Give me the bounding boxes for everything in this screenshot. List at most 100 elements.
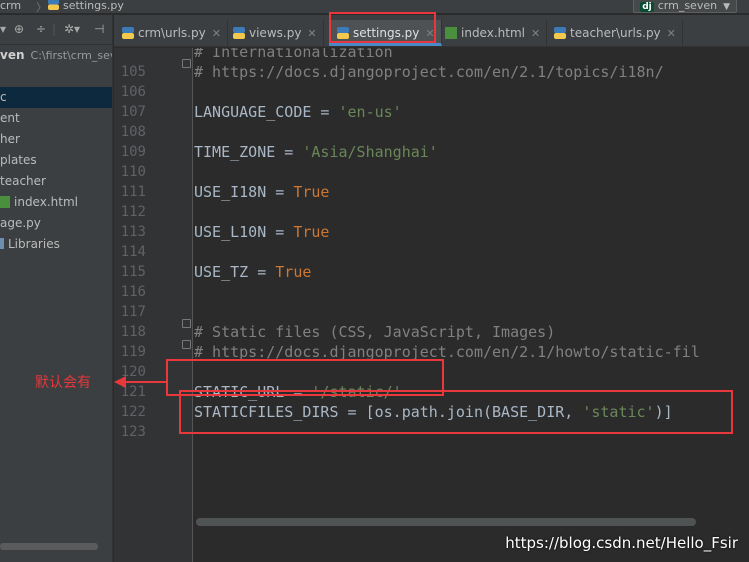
code-line[interactable]: 122 STATICFILES_DIRS = [os.path.join(BASE…	[114, 402, 749, 422]
line-number: 119	[120, 344, 146, 360]
code-token: )]	[654, 403, 673, 421]
code-line[interactable]: 109 TIME_ZONE = 'Asia/Shanghai'	[114, 142, 749, 162]
code-line[interactable]: 117	[114, 302, 749, 322]
tab-views[interactable]: views.py ✕	[225, 20, 324, 46]
line-number: 108	[120, 124, 146, 140]
project-selector-label: crm_seven	[657, 0, 718, 12]
code-token: =	[275, 143, 303, 161]
close-icon[interactable]: ✕	[531, 27, 540, 40]
code-token: # Internationalization	[194, 48, 393, 61]
line-number: 109	[120, 144, 146, 160]
code-line[interactable]: 118 # Static files (CSS, JavaScript, Imag…	[114, 322, 749, 342]
fold-marker-icon[interactable]	[182, 319, 191, 328]
code-line[interactable]: 115 USE_TZ = True	[114, 262, 749, 282]
line-number: 117	[120, 304, 146, 320]
breadcrumb-separator: 〉	[36, 1, 47, 14]
tab-label: index.html	[461, 26, 525, 40]
line-number: 113	[120, 224, 146, 240]
code-line[interactable]: 105 # https://docs.djangoproject.com/en/2…	[114, 62, 749, 82]
tab-crm-urls[interactable]: crm\urls.py ✕	[114, 20, 228, 46]
close-icon[interactable]: ✕	[667, 27, 676, 40]
code-text: # Static files (CSS, JavaScript, Images)	[194, 322, 555, 342]
code-line[interactable]: 123	[114, 422, 749, 442]
tab-settings[interactable]: settings.py ✕	[329, 20, 442, 46]
python-file-icon	[48, 0, 59, 10]
code-line[interactable]: 106	[114, 82, 749, 102]
code-text: STATIC_URL = '/static/'	[194, 382, 402, 402]
close-icon[interactable]: ✕	[307, 27, 316, 40]
fold-marker-icon[interactable]	[182, 59, 191, 68]
tab-teacher-urls[interactable]: teacher\urls.py ✕	[546, 20, 683, 46]
code-text: # https://docs.djangoproject.com/en/2.1/…	[194, 62, 664, 82]
tree-item-label: teacher	[0, 174, 46, 188]
code-line[interactable]: 108	[114, 122, 749, 142]
project-panel-scrollbar[interactable]	[0, 543, 98, 550]
code-token: 'static'	[582, 403, 655, 421]
code-line[interactable]: 107 LANGUAGE_CODE = 'en-us'	[114, 102, 749, 122]
editor-horizontal-scrollbar[interactable]	[196, 518, 696, 526]
tree-item[interactable]: her	[0, 129, 112, 150]
close-icon[interactable]: ✕	[425, 27, 434, 40]
tree-item-label: her	[0, 132, 20, 146]
code-token: =	[311, 103, 339, 121]
tree-root[interactable]: ven C:\first\crm_seve	[0, 45, 112, 66]
collapse-panel-icon[interactable]: ▾	[0, 22, 6, 36]
tree-item-external-libraries[interactable]: Libraries	[0, 234, 112, 255]
tree-root-path: C:\first\crm_seve	[30, 49, 112, 62]
code-token: True	[293, 183, 330, 201]
django-icon: dj	[640, 2, 654, 12]
tab-index-html[interactable]: index.html ✕	[437, 20, 548, 46]
code-token: LANGUAGE_CODE	[194, 103, 312, 121]
code-line[interactable]: # Internationalization	[114, 48, 749, 62]
code-token: # https://docs.djangoproject.com/en/2.1/…	[194, 63, 664, 81]
editor-tab-bar: crm\urls.py ✕ views.py ✕ settings.py ✕ inde…	[114, 15, 749, 47]
code-token: 'Asia/Shanghai'	[302, 143, 438, 161]
code-text: STATICFILES_DIRS = [os.path.join(BASE_DI…	[194, 402, 673, 422]
code-line[interactable]: 112	[114, 202, 749, 222]
close-icon[interactable]: ✕	[212, 27, 221, 40]
locate-file-icon[interactable]: ⊕	[14, 22, 24, 36]
tree-item[interactable]: age.py	[0, 213, 112, 234]
code-line[interactable]: 121 STATIC_URL = '/static/'	[114, 382, 749, 402]
line-number: 111	[120, 184, 146, 200]
toolbar-divider: |	[52, 22, 57, 36]
breadcrumb-file[interactable]: settings.py	[48, 0, 124, 12]
python-file-icon	[122, 27, 134, 39]
gear-icon[interactable]: ✲▾	[64, 22, 80, 36]
code-line[interactable]: 120	[114, 362, 749, 382]
html-file-icon	[0, 196, 10, 208]
line-number: 112	[120, 204, 146, 220]
tree-item-index-html[interactable]: index.html	[0, 192, 112, 213]
tree-item[interactable]: plates	[0, 150, 112, 171]
breadcrumb-file-label: settings.py	[63, 0, 124, 12]
code-token: 'en-us'	[338, 103, 402, 121]
code-line[interactable]: 110	[114, 162, 749, 182]
collapse-all-icon[interactable]: ÷	[36, 22, 46, 36]
code-line[interactable]: 111 USE_I18N = True	[114, 182, 749, 202]
code-token: STATIC_URL	[194, 383, 285, 401]
tree-item[interactable]: c	[0, 87, 112, 108]
code-line[interactable]: 113 USE_L10N = True	[114, 222, 749, 242]
code-token: # Static files (CSS, JavaScript, Images)	[194, 323, 556, 341]
code-line[interactable]: 114	[114, 242, 749, 262]
code-line[interactable]: 119 # https://docs.djangoproject.com/en/2…	[114, 342, 749, 362]
code-token: True	[275, 263, 312, 281]
tree-item-label: ent	[0, 111, 20, 125]
tree-item[interactable]: ent	[0, 108, 112, 129]
code-text: USE_I18N = True	[194, 182, 329, 202]
code-token: USE_I18N	[194, 183, 267, 201]
code-token: USE_L10N	[194, 223, 267, 241]
line-number: 106	[120, 84, 146, 100]
code-token: STATICFILES_DIRS	[194, 403, 339, 421]
project-selector[interactable]: dj crm_seven ▼	[633, 0, 737, 13]
breadcrumb-project[interactable]: crm	[0, 0, 21, 12]
watermark: https://blog.csdn.net/Hello_Fsir	[505, 534, 738, 552]
code-line[interactable]: 116	[114, 282, 749, 302]
code-token: =	[266, 223, 294, 241]
code-token: =	[284, 383, 312, 401]
fold-marker-icon[interactable]	[182, 340, 191, 349]
tree-item[interactable]: teacher	[0, 171, 112, 192]
line-number: 110	[120, 164, 146, 180]
code-editor[interactable]: # Internationalization 105 # https://docs.…	[114, 48, 749, 562]
hide-panel-icon[interactable]: ⊣	[94, 22, 104, 36]
